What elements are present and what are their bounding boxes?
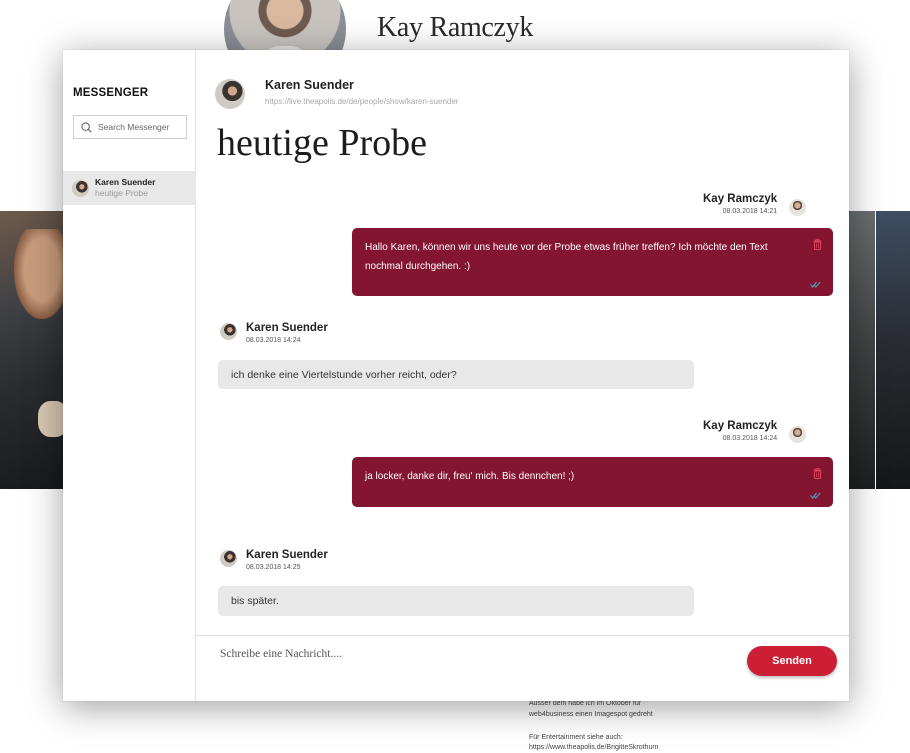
- message-header: Karen Suender 08.03.2018 14:25: [220, 549, 328, 571]
- message-text: ich denke eine Viertelstunde vorher reic…: [231, 368, 457, 381]
- send-button[interactable]: Senden: [747, 646, 837, 676]
- conversation-item[interactable]: Karen Suender heutige Probe: [63, 171, 196, 205]
- search-box[interactable]: [73, 115, 187, 139]
- background-photo-left: [0, 211, 64, 489]
- author-avatar: [220, 323, 237, 340]
- author-avatar: [789, 199, 807, 216]
- message-text: Hallo Karen, können wir uns heute vor de…: [365, 242, 768, 272]
- author-avatar: [789, 426, 807, 443]
- message-header: Karen Suender 08.03.2018 14:24: [220, 322, 328, 344]
- message-bubble-outgoing: Hallo Karen, können wir uns heute vor de…: [352, 228, 833, 296]
- contact-profile-link[interactable]: https://live.theapolis.de/de/people/show…: [265, 97, 458, 106]
- message-header: Kay Ramczyk 08.03.2018 14:21: [703, 193, 807, 216]
- conversation-preview: heutige Probe: [95, 188, 148, 198]
- messenger-modal: MESSENGER Karen Suender heutige Probe Ka…: [63, 50, 849, 701]
- message-time: 08.03.2018 14:25: [246, 564, 301, 571]
- conversation-name: Karen Suender: [95, 177, 156, 187]
- read-check-icon: [810, 281, 821, 288]
- trash-icon[interactable]: [813, 239, 822, 250]
- message-input[interactable]: [220, 642, 720, 666]
- background-profile-name: Kay Ramczyk: [377, 12, 534, 43]
- author-avatar: [220, 550, 237, 567]
- message-time: 08.03.2018 14:24: [722, 435, 778, 442]
- search-input[interactable]: [98, 122, 186, 132]
- message-text: bis später.: [231, 595, 279, 607]
- message-time: 08.03.2018 14:21: [722, 208, 778, 215]
- message-bubble-incoming: bis später.: [218, 586, 694, 616]
- message-author: Karen Suender: [246, 322, 328, 334]
- trash-icon[interactable]: [813, 468, 822, 479]
- message-text: ja locker, danke dir, freu' mich. Bis de…: [365, 471, 575, 482]
- contact-name[interactable]: Karen Suender: [265, 78, 354, 92]
- sidebar-title: MESSENGER: [73, 87, 149, 99]
- background-photo-right-2: [876, 211, 910, 489]
- message-bubble-incoming: ich denke eine Viertelstunde vorher reic…: [218, 360, 694, 389]
- message-author: Kay Ramczyk: [703, 420, 778, 432]
- conversation-title: heutige Probe: [217, 122, 428, 164]
- background-photo-right: [849, 211, 875, 489]
- contact-avatar[interactable]: [215, 79, 245, 109]
- message-bubble-outgoing: ja locker, danke dir, freu' mich. Bis de…: [352, 457, 833, 507]
- messenger-sidebar: MESSENGER Karen Suender heutige Probe: [63, 50, 196, 701]
- message-author: Kay Ramczyk: [703, 193, 778, 205]
- composer-divider: [196, 635, 849, 636]
- background-link[interactable]: https://www.theapolis.de/BrigitteSkrothu…: [529, 743, 658, 753]
- message-author: Karen Suender: [246, 549, 328, 561]
- conversation-avatar: [72, 179, 89, 197]
- read-check-icon: [810, 492, 821, 499]
- message-time: 08.03.2018 14:24: [246, 337, 301, 344]
- message-header: Kay Ramczyk 08.03.2018 14:24: [703, 420, 807, 443]
- background-text-line: Für Entertainment siehe auch:: [529, 734, 623, 741]
- background-text-line: web4business einen Imagespot gedreht: [529, 711, 653, 718]
- search-icon: [81, 121, 92, 133]
